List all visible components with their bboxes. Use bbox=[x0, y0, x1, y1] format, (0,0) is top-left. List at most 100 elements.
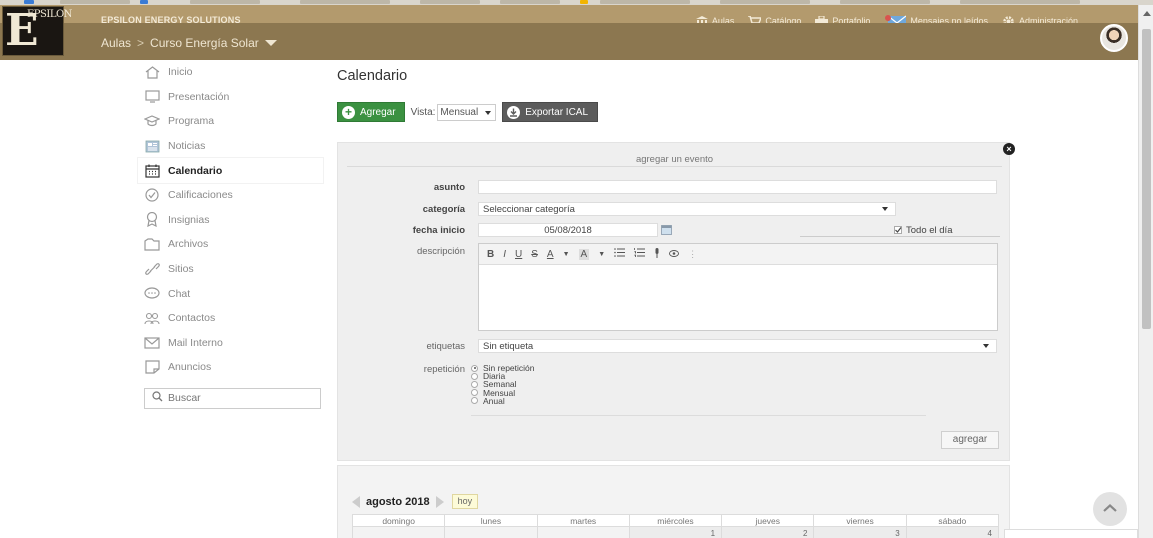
sidebar-item-chat[interactable]: Chat bbox=[138, 281, 323, 306]
chevron-down-icon[interactable]: ▼ bbox=[598, 251, 605, 258]
chevron-up-icon bbox=[1103, 503, 1117, 515]
home-icon bbox=[144, 64, 160, 80]
calendar-day[interactable]: 2 bbox=[721, 527, 814, 538]
fecha-inicio-input[interactable]: 05/08/2018 bbox=[478, 223, 658, 237]
todo-el-dia-checkbox[interactable] bbox=[894, 226, 902, 234]
asunto-input[interactable] bbox=[478, 180, 997, 194]
graduation-cap-icon bbox=[144, 113, 160, 129]
radio-dot[interactable] bbox=[471, 372, 478, 380]
calendar-toolbar: + Agregar Vista: Mensual Exportar ICAL bbox=[337, 102, 599, 122]
scroll-up-arrow-icon[interactable] bbox=[1143, 11, 1151, 16]
calendar-day[interactable]: 4 bbox=[905, 527, 999, 538]
download-icon bbox=[507, 105, 521, 119]
epsilon-logo[interactable]: E EPSILON bbox=[2, 6, 72, 56]
calendar-day[interactable] bbox=[536, 527, 629, 538]
calendar-day[interactable] bbox=[352, 527, 444, 538]
text-color-button[interactable]: A bbox=[547, 249, 554, 260]
sidebar-item-label: Anuncios bbox=[168, 361, 212, 374]
calendar-day[interactable]: 3 bbox=[813, 527, 906, 538]
bullet-list-icon[interactable] bbox=[614, 248, 626, 260]
sidebar-item-noticias[interactable]: Noticias bbox=[138, 134, 323, 159]
radio-anual[interactable]: Anual bbox=[471, 395, 535, 406]
close-icon[interactable]: × bbox=[1003, 143, 1015, 155]
numbered-list-icon[interactable] bbox=[634, 248, 646, 260]
categoria-value: Seleccionar categoría bbox=[483, 203, 575, 215]
microphone-icon[interactable] bbox=[654, 247, 660, 261]
sidebar-item-archivos[interactable]: Archivos bbox=[138, 232, 323, 257]
page-scrollbar[interactable] bbox=[1138, 5, 1153, 538]
calendar-day[interactable] bbox=[444, 527, 536, 538]
bottom-panel bbox=[1004, 529, 1138, 538]
sidebar-search[interactable]: Buscar bbox=[144, 387, 321, 409]
sidebar-item-programa[interactable]: Programa bbox=[138, 109, 323, 134]
radio-dot[interactable] bbox=[471, 389, 478, 397]
sidebar-item-anuncios[interactable]: Anuncios bbox=[138, 355, 323, 380]
fecha-inicio-value: 05/08/2018 bbox=[544, 224, 592, 236]
radio-dot[interactable] bbox=[471, 364, 478, 372]
view-select[interactable]: Mensual bbox=[437, 103, 497, 121]
sidebar-item-label: Calificaciones bbox=[168, 189, 233, 202]
fecha-row: fecha inicio 05/08/2018 Todo el día bbox=[338, 223, 1011, 237]
categoria-select[interactable]: Seleccionar categoría bbox=[478, 202, 896, 216]
calendar-panel: agosto 2018 hoy domingo lunes martes mié… bbox=[337, 465, 1010, 538]
italic-button[interactable]: I bbox=[503, 249, 506, 260]
scroll-to-top-button[interactable] bbox=[1093, 492, 1127, 526]
todo-el-dia-label: Todo el día bbox=[906, 225, 953, 236]
repeticion-options: Sin repetición Diaria Semanal Mensual An… bbox=[471, 363, 535, 406]
sidebar-item-presentacion[interactable]: Presentación bbox=[138, 85, 323, 110]
announcement-icon bbox=[144, 359, 160, 375]
description-editor[interactable]: B I U S A ▼ A ▼ ⋮ bbox=[478, 243, 998, 331]
contacts-icon bbox=[144, 310, 160, 326]
calendar-grid: domingo lunes martes miércoles jueves vi… bbox=[352, 514, 999, 538]
sidebar-item-calendario[interactable]: Calendario bbox=[138, 158, 323, 183]
chevron-down-icon bbox=[983, 344, 989, 348]
calendar-navigation: agosto 2018 hoy bbox=[352, 494, 479, 509]
radio-label: Anual bbox=[483, 395, 505, 406]
breadcrumb-aulas[interactable]: Aulas bbox=[101, 36, 131, 50]
calendar-picker-icon[interactable] bbox=[661, 224, 672, 238]
sidebar-item-contactos[interactable]: Contactos bbox=[138, 306, 323, 331]
today-button[interactable]: hoy bbox=[451, 494, 479, 509]
breadcrumb-course[interactable]: Curso Energía Solar bbox=[150, 36, 259, 50]
calendar-icon bbox=[144, 163, 160, 179]
etiquetas-select[interactable]: Sin etiqueta bbox=[478, 339, 997, 353]
add-event-panel: agregar un evento asunto categoría Selec… bbox=[337, 142, 1010, 461]
weekday-header: sábado bbox=[905, 514, 999, 527]
check-circle-icon bbox=[144, 187, 160, 203]
sidebar-item-calificaciones[interactable]: Calificaciones bbox=[138, 183, 323, 208]
badge-icon bbox=[144, 212, 160, 228]
radio-dot[interactable] bbox=[471, 397, 478, 405]
add-event-button[interactable]: + Agregar bbox=[337, 102, 405, 122]
bold-button[interactable]: B bbox=[487, 249, 494, 260]
submit-event-button[interactable]: agregar bbox=[941, 431, 999, 449]
calendar-month-title: agosto 2018 bbox=[366, 495, 430, 508]
etiquetas-row: etiquetas Sin etiqueta bbox=[338, 339, 1011, 353]
previous-month-arrow-icon[interactable] bbox=[352, 495, 360, 508]
calendar-week-row: 1 2 3 4 bbox=[352, 527, 999, 538]
fecha-inicio-label: fecha inicio bbox=[412, 224, 465, 236]
breadcrumb-separator: > bbox=[137, 36, 145, 50]
sidebar-item-label: Inicio bbox=[168, 66, 193, 79]
scrollbar-thumb[interactable] bbox=[1142, 29, 1151, 329]
sidebar-item-mail-interno[interactable]: Mail Interno bbox=[138, 331, 323, 356]
export-ical-button[interactable]: Exportar ICAL bbox=[502, 102, 599, 122]
calendar-day[interactable]: 1 bbox=[628, 527, 722, 538]
logo-text: EPSILON bbox=[27, 9, 72, 20]
search-label: Buscar bbox=[168, 392, 201, 405]
underline-button[interactable]: U bbox=[515, 249, 522, 260]
chevron-down-icon[interactable]: ▼ bbox=[563, 251, 570, 258]
next-month-arrow-icon[interactable] bbox=[435, 495, 444, 508]
weekday-header: miércoles bbox=[628, 514, 722, 527]
sidebar-item-label: Chat bbox=[168, 287, 191, 300]
radio-dot[interactable] bbox=[471, 380, 478, 388]
eye-icon[interactable] bbox=[669, 249, 680, 260]
user-avatar[interactable] bbox=[1100, 24, 1128, 52]
sidebar-item-inicio[interactable]: Inicio bbox=[138, 60, 323, 85]
strikethrough-button[interactable]: S bbox=[531, 249, 538, 260]
sidebar-item-insignias[interactable]: Insignias bbox=[138, 208, 323, 233]
chevron-down-icon[interactable] bbox=[264, 36, 277, 50]
categoria-label: categoría bbox=[422, 203, 465, 215]
highlight-color-button[interactable]: A bbox=[578, 248, 590, 260]
sidebar-item-sitios[interactable]: Sitios bbox=[138, 257, 323, 282]
more-tools-icon[interactable]: ⋮ bbox=[688, 249, 697, 260]
